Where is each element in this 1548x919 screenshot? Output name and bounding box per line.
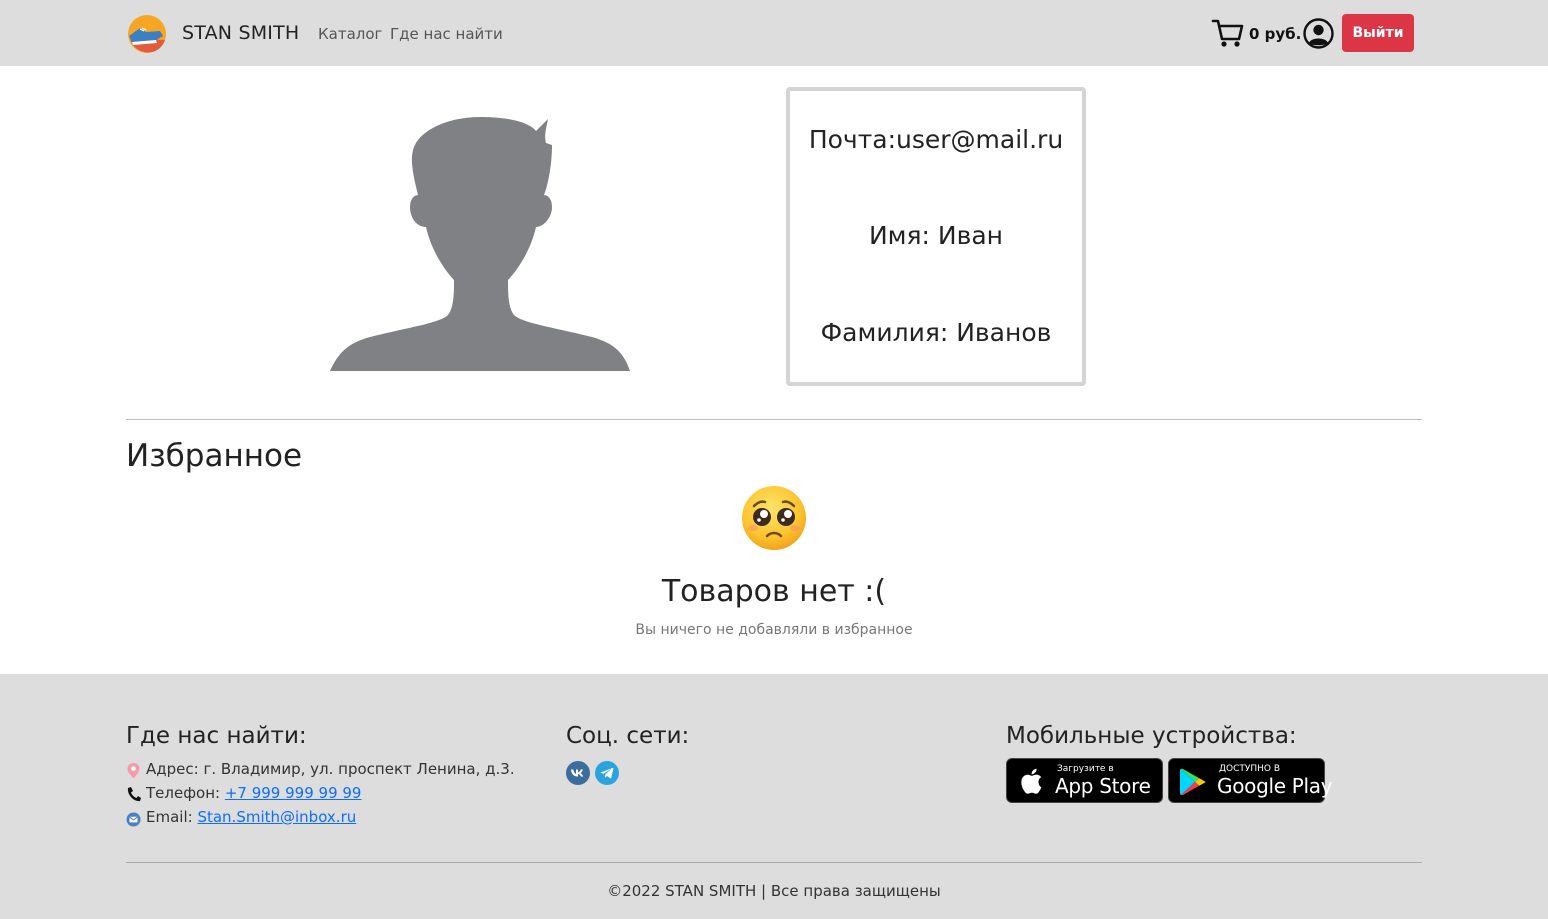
empty-favorites-title: Товаров нет :( (661, 574, 887, 609)
cart-icon[interactable] (1211, 17, 1245, 49)
profile-email: Почта:user@mail.ru (808, 125, 1064, 154)
app-store-small-text: Загрузите в (1057, 764, 1114, 774)
vk-icon[interactable] (566, 761, 590, 785)
footer-email-link[interactable]: Stan.Smith@inbox.ru (197, 808, 356, 826)
footer-find-us-title: Где нас найти: (126, 723, 307, 749)
logout-button[interactable]: Выйти (1342, 14, 1414, 52)
empty-favorites-subtitle: Вы ничего не добавляли в избранное (635, 622, 913, 638)
profile-first-name: Имя: Иван (868, 221, 1004, 250)
nav-link-find-us[interactable]: Где нас найти (390, 25, 503, 43)
section-divider (126, 419, 1422, 420)
brand-logo-icon[interactable] (126, 14, 166, 54)
favorites-title: Избранное (126, 438, 303, 474)
google-play-small-text: ДОСТУПНО В (1219, 764, 1281, 774)
footer-divider (126, 862, 1422, 863)
nav-link-catalog[interactable]: Каталог (318, 25, 382, 43)
app-store-big-text: App Store (1055, 774, 1151, 798)
profile-info-card: Почта:user@mail.ru Имя: Иван Фамилия: Ив… (786, 87, 1086, 386)
user-account-icon[interactable] (1303, 18, 1334, 49)
phone-icon (127, 787, 141, 802)
top-navbar: STAN SMITH Каталог Где нас найти 0 руб. … (0, 0, 1548, 66)
mail-icon (126, 812, 141, 827)
google-play-icon (1180, 768, 1206, 796)
location-pin-icon (127, 763, 140, 779)
footer-phone-label: Телефон: (146, 784, 225, 802)
footer-email-label: Email: (146, 808, 198, 826)
apple-icon (1021, 768, 1042, 794)
profile-last-name: Фамилия: Иванов (820, 318, 1052, 347)
pleading-face-emoji-icon (742, 486, 806, 550)
cart-total[interactable]: 0 руб. (1249, 25, 1301, 43)
footer-copyright: ©2022 STAN SMITH | Все права защищены (607, 882, 941, 900)
footer-phone-link[interactable]: +7 999 999 99 99 (225, 784, 362, 802)
page-footer: Где нас найти: Адрес: г. Владимир, ул. п… (0, 674, 1548, 919)
footer-mobile-title: Мобильные устройства: (1006, 723, 1297, 749)
footer-social-title: Соц. сети: (566, 723, 690, 749)
brand-name[interactable]: STAN SMITH (182, 22, 299, 44)
google-play-big-text: Google Play (1217, 774, 1333, 798)
telegram-icon[interactable] (595, 761, 619, 785)
google-play-button[interactable]: ДОСТУПНО В Google Play (1168, 758, 1333, 803)
app-store-button[interactable]: Загрузите в App Store (1006, 758, 1163, 803)
footer-address-text: Адрес: г. Владимир, ул. проспект Ленина,… (146, 760, 515, 778)
user-avatar-placeholder (330, 117, 630, 371)
